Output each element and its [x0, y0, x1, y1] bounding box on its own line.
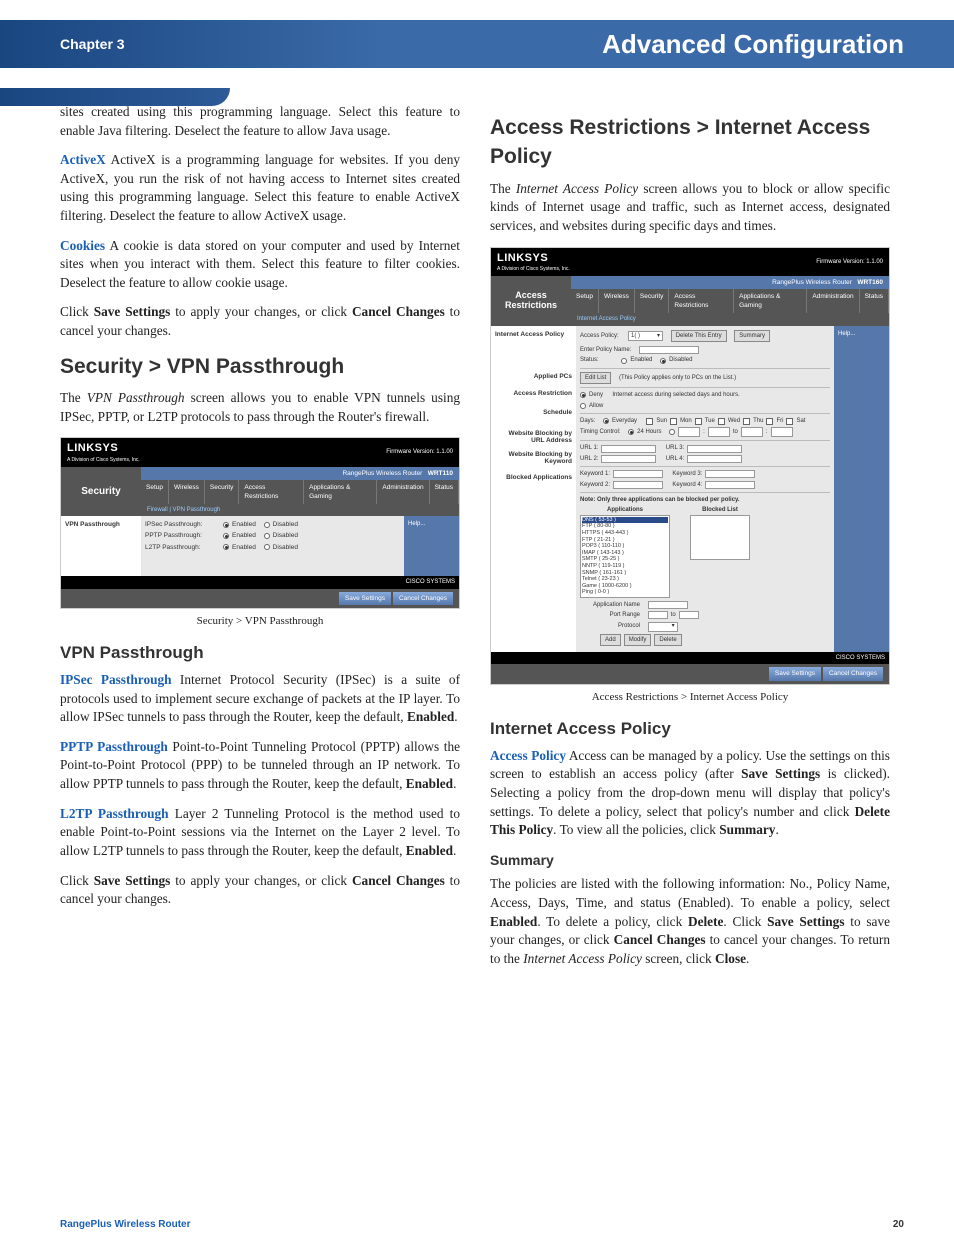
h1-vpn: Security > VPN Passthrough [60, 352, 460, 381]
para-summary: The policies are listed with the followi… [490, 875, 890, 968]
right-column: Access Restrictions > Internet Access Po… [490, 103, 890, 979]
mock2-app-list: DNS ( 53-53 ) FTP ( 80-80 ) HTTPS ( 443-… [580, 515, 670, 598]
figure-vpn: LINKSYS A Division of Cisco Systems, Inc… [60, 437, 460, 609]
content-columns: sites created using this programming lan… [0, 68, 954, 979]
para-pptp: PPTP Passthrough Point-to-Point Tunnelin… [60, 738, 460, 794]
header-title: Advanced Configuration [602, 29, 904, 60]
para-activex: ActiveX ActiveX is a programming languag… [60, 151, 460, 225]
para-vpn-intro: The VPN Passthrough screen allows you to… [60, 389, 460, 426]
page-header: Chapter 3 Advanced Configuration [0, 20, 954, 68]
mock-access-screen: LINKSYS A Division of Cisco Systems, Inc… [490, 247, 890, 685]
header-curve [0, 88, 230, 106]
fig1-caption: Security > VPN Passthrough [60, 614, 460, 629]
h3-summary: Summary [490, 851, 890, 871]
para-l2tp: L2TP Passthrough Layer 2 Tunneling Proto… [60, 805, 460, 861]
h2-vpn: VPN Passthrough [60, 641, 460, 665]
mock1-tabs: SetupWirelessSecurityAccess Restrictions… [141, 480, 459, 504]
h1-access: Access Restrictions > Internet Access Po… [490, 113, 890, 172]
para-access-intro: The Internet Access Policy screen allows… [490, 180, 890, 236]
para-ipsec: IPSec Passthrough Internet Protocol Secu… [60, 671, 460, 727]
para-java: sites created using this programming lan… [60, 103, 460, 140]
footer-product: RangePlus Wireless Router [60, 1219, 191, 1230]
page-footer: RangePlus Wireless Router 20 [60, 1219, 904, 1230]
mock1-logo: LINKSYS [67, 441, 140, 456]
para-save2: Click Save Settings to apply your change… [60, 872, 460, 909]
chapter-label: Chapter 3 [60, 36, 125, 52]
left-column: sites created using this programming lan… [60, 103, 460, 979]
term-cookies: Cookies [60, 238, 105, 253]
term-activex: ActiveX [60, 152, 106, 167]
footer-page: 20 [893, 1219, 904, 1230]
para-ap: Access Policy Access can be managed by a… [490, 747, 890, 840]
mock-vpn-screen: LINKSYS A Division of Cisco Systems, Inc… [60, 437, 460, 609]
figure-access: LINKSYS A Division of Cisco Systems, Inc… [490, 247, 890, 685]
para-save1: Click Save Settings to apply your change… [60, 303, 460, 340]
h2-iap: Internet Access Policy [490, 717, 890, 741]
para-cookies: Cookies A cookie is data stored on your … [60, 237, 460, 293]
fig2-caption: Access Restrictions > Internet Access Po… [490, 690, 890, 705]
